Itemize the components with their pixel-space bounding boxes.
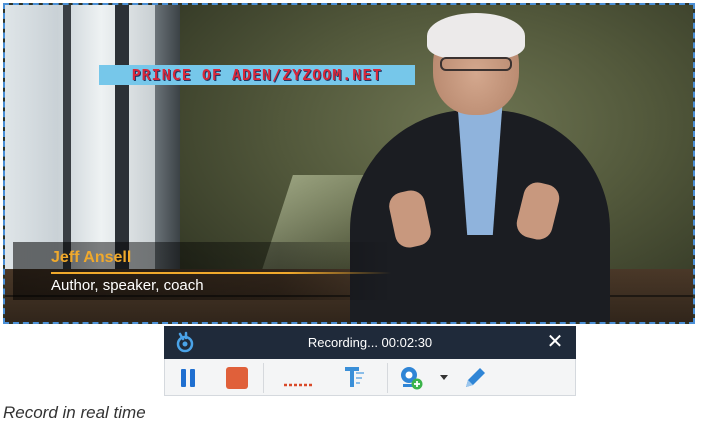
recording-status: Recording... 00:02:30 xyxy=(307,335,433,350)
toolbar-controls xyxy=(164,359,576,396)
pen-icon xyxy=(466,368,485,387)
stop-icon xyxy=(226,367,248,389)
webcam-dropdown[interactable] xyxy=(437,365,451,391)
webcam-add-icon xyxy=(401,367,423,390)
dropdown-arrow-icon xyxy=(440,375,448,380)
pause-button[interactable] xyxy=(175,365,201,391)
video-frame: PRINCE OF ADEN/ZYZOOM.NET Jeff Ansell Au… xyxy=(5,5,693,322)
toolbar-header: Recording... 00:02:30 ✕ xyxy=(164,326,576,359)
webcam-button[interactable] xyxy=(397,365,425,391)
app-logo-icon xyxy=(174,331,196,353)
speaker-name: Jeff Ansell xyxy=(51,249,132,266)
close-icon[interactable]: ✕ xyxy=(544,331,566,353)
pin-toolbar-button[interactable] xyxy=(341,365,369,391)
speaker-title: Author, speaker, coach xyxy=(51,277,204,294)
clip-length-icon xyxy=(284,383,312,387)
recorder-toolbar: Recording... 00:02:30 ✕ xyxy=(164,326,576,396)
pause-icon xyxy=(181,369,195,387)
clip-length-button[interactable] xyxy=(281,365,315,391)
pin-toolbar-icon xyxy=(345,367,364,387)
recording-area[interactable]: PRINCE OF ADEN/ZYZOOM.NET Jeff Ansell Au… xyxy=(3,3,695,324)
lower-third: Jeff Ansell Author, speaker, coach xyxy=(13,242,393,300)
stop-button[interactable] xyxy=(223,365,251,391)
watermark-banner: PRINCE OF ADEN/ZYZOOM.NET xyxy=(99,65,415,85)
pen-button[interactable] xyxy=(461,365,489,391)
lower-third-rule xyxy=(51,272,391,274)
figure-caption: Record in real time xyxy=(3,403,146,422)
